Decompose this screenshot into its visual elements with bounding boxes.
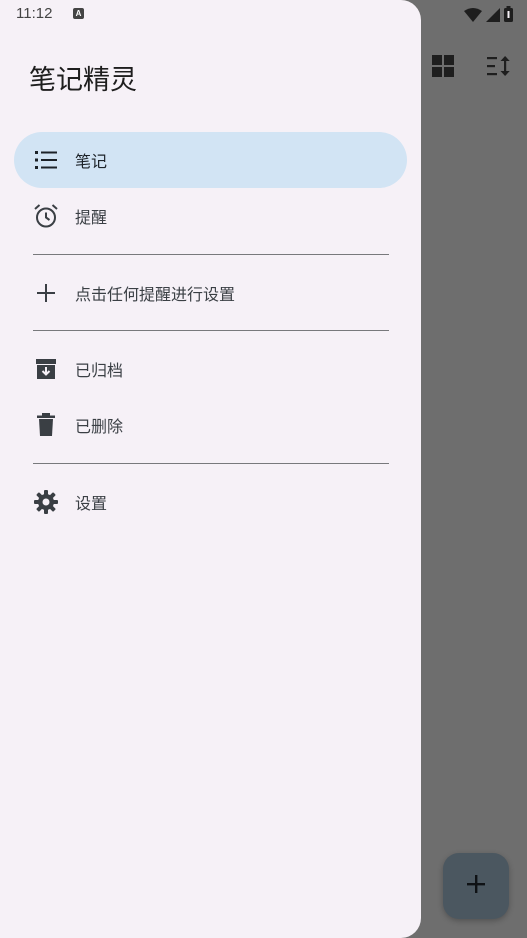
gear-icon: [32, 488, 60, 516]
navigation-drawer: 笔记精灵 笔记 提醒 点击任何提醒进行设置 已归档 已删除 设置: [0, 0, 421, 938]
divider: [33, 463, 389, 464]
nav-item-label: 点击任何提醒进行设置: [75, 285, 236, 304]
list-icon: [32, 146, 60, 174]
sort-icon[interactable]: [485, 52, 513, 80]
grid-view-icon[interactable]: [429, 52, 457, 80]
nav-item-label: 已删除: [75, 417, 124, 436]
archive-icon: [32, 355, 60, 383]
nav-item-archived[interactable]: 已归档: [14, 341, 407, 397]
battery-icon: [504, 6, 513, 26]
notification-icon: A: [73, 8, 84, 19]
status-indicators: [464, 6, 513, 26]
nav-item-label: 已归档: [75, 361, 124, 380]
divider: [33, 330, 389, 331]
nav-item-settings[interactable]: 设置: [14, 474, 407, 530]
wifi-icon: [464, 7, 482, 26]
status-time: 11:12: [16, 5, 53, 22]
trash-icon: [32, 411, 60, 439]
nav-item-label: 笔记: [75, 152, 108, 171]
nav-item-label: 提醒: [75, 208, 108, 227]
alarm-icon: [32, 202, 60, 230]
add-icon: [32, 279, 60, 307]
signal-icon: [486, 7, 500, 26]
drawer-title: 笔记精灵: [29, 65, 137, 96]
nav-item-deleted[interactable]: 已删除: [14, 397, 407, 453]
divider: [33, 254, 389, 255]
nav-item-notes[interactable]: 笔记: [14, 132, 407, 188]
nav-item-reminders[interactable]: 提醒: [14, 188, 407, 244]
nav-item-add-reminder[interactable]: 点击任何提醒进行设置: [14, 265, 407, 321]
add-note-fab[interactable]: [443, 853, 509, 919]
status-bar: 11:12 A: [0, 0, 527, 28]
add-icon: [465, 873, 487, 899]
nav-item-label: 设置: [75, 494, 108, 513]
